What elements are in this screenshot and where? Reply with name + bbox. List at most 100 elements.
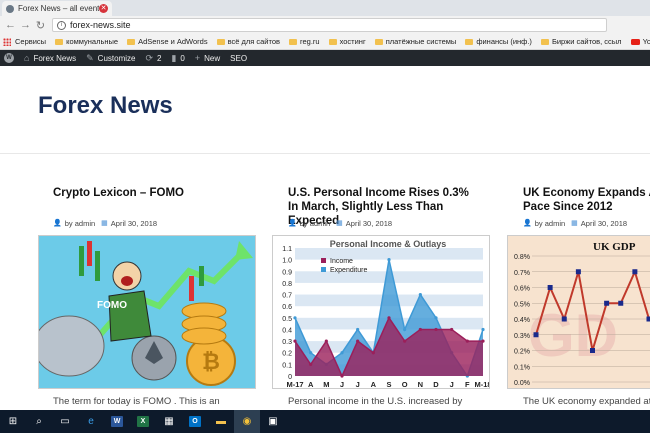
bookmark-item[interactable]: всё для сайтов xyxy=(216,37,280,46)
admin-new-link[interactable]: + New xyxy=(195,53,220,63)
address-text: forex-news.site xyxy=(70,20,131,30)
legend-swatch xyxy=(321,267,326,272)
bookmark-item[interactable]: Биржи сайтов, ссыл xyxy=(540,37,622,46)
windows-start-icon[interactable]: ⊞ xyxy=(0,410,26,433)
admin-comments-link[interactable]: ▮ 0 xyxy=(171,53,184,64)
data-point xyxy=(403,327,407,332)
data-point xyxy=(403,339,407,343)
y-tick-label: 0.1 xyxy=(282,362,292,369)
data-point xyxy=(604,300,610,306)
data-point xyxy=(465,339,469,343)
post-thumbnail[interactable]: 0 0.1 0.2 0.3 0.4 0.5 0.6 0.7 0.8 0.9 1.0 1.1 M-17 A M… xyxy=(272,235,490,389)
data-point xyxy=(387,316,391,320)
task-view-icon[interactable]: ▭ xyxy=(52,410,78,433)
data-point xyxy=(340,351,344,355)
brush-icon: ✎ xyxy=(86,52,94,63)
bookmark-item[interactable]: AdSense и AdWords xyxy=(127,37,208,46)
bookmark-item[interactable]: YouTube xyxy=(630,37,650,46)
post-date[interactable]: April 30, 2018 xyxy=(111,219,157,228)
bookmark-item[interactable]: коммунальные xyxy=(55,37,118,46)
site-title[interactable]: Forex News xyxy=(38,92,173,120)
browser-tab[interactable]: Forex News – all events ✕ xyxy=(2,1,112,16)
bookmark-item[interactable]: платёжные системы xyxy=(374,37,456,46)
y-tick-label: 0.9 xyxy=(282,269,292,276)
chrome-icon[interactable]: ◉ xyxy=(234,410,260,433)
updates-icon: ⟳ xyxy=(145,52,154,63)
bookmark-item[interactable]: Сервисы xyxy=(3,37,46,46)
post-author[interactable]: by admin xyxy=(65,219,95,228)
reload-icon[interactable]: ↻ xyxy=(33,19,48,32)
back-icon[interactable]: ← xyxy=(3,19,18,31)
folder-icon xyxy=(55,38,64,45)
data-point xyxy=(371,351,375,355)
tab-title: Forex News – all events xyxy=(18,4,99,13)
close-tab-icon[interactable]: ✕ xyxy=(99,4,108,13)
y-tick-label: 1.1 xyxy=(282,246,292,253)
outlook-icon[interactable]: O xyxy=(182,410,208,433)
excel-icon[interactable]: X xyxy=(130,410,156,433)
bookmark-label: reg.ru xyxy=(300,37,320,46)
y-tick-label: 0.5 xyxy=(282,316,292,323)
bookmark-item[interactable]: финансы (инф.) xyxy=(465,37,532,46)
wp-admin-bar: W ⌂ Forex News ✎ Customize ⟳ 2 ▮ 0 + New… xyxy=(0,50,650,66)
post-excerpt: Personal income in the U.S. increased by xyxy=(288,396,463,407)
x-tick-label: N xyxy=(418,380,423,389)
legend-label: Income xyxy=(330,258,353,265)
y-tick-label: 0.8% xyxy=(514,254,530,261)
forward-icon[interactable]: → xyxy=(18,19,33,31)
word-letter: W xyxy=(111,416,123,427)
post-author[interactable]: by admin xyxy=(300,219,330,228)
post-date[interactable]: April 30, 2018 xyxy=(346,219,392,228)
y-tick-label: 0.4 xyxy=(282,327,292,334)
bookmark-label: финансы (инф.) xyxy=(476,37,532,46)
data-point xyxy=(590,348,595,353)
data-point xyxy=(481,339,485,343)
y-tick-label: 0.6% xyxy=(514,286,530,293)
site-favicon-icon xyxy=(6,4,14,13)
fomo-label: FOMO xyxy=(97,300,127,311)
x-tick-label: M-18 xyxy=(474,380,490,389)
app-icon[interactable]: ▣ xyxy=(260,410,286,433)
svg-text:₿: ₿ xyxy=(202,349,220,374)
word-icon[interactable]: W xyxy=(104,410,130,433)
admin-seo-link[interactable]: SEO xyxy=(230,54,247,63)
explorer-icon[interactable]: ▬ xyxy=(208,410,234,433)
post-title[interactable]: Crypto Lexicon – FOMO xyxy=(53,186,258,216)
post-thumbnail[interactable]: GD 0.0% 0.1% 0.2% 0.3% 0.4% 0.5% 0.6% 0.7% 0.8% UK… xyxy=(507,235,650,389)
post-card: UK Economy Expands At S Pace Since 2012 … xyxy=(507,155,650,408)
post-thumbnail[interactable]: ₿ FOMO xyxy=(38,235,256,389)
data-point xyxy=(387,258,391,262)
bookmark-label: Сервисы xyxy=(15,37,47,46)
post-title[interactable]: U.S. Personal Income Rises 0.3% In March… xyxy=(288,186,478,227)
address-bar[interactable]: i forex-news.site xyxy=(52,18,607,32)
store-icon[interactable]: ▦ xyxy=(156,410,182,433)
data-point xyxy=(450,327,454,332)
x-tick-label: O xyxy=(402,380,408,389)
admin-updates-link[interactable]: ⟳ 2 xyxy=(145,53,161,64)
post-date[interactable]: April 30, 2018 xyxy=(581,219,627,228)
bookmark-item[interactable]: reg.ru xyxy=(289,37,320,46)
data-point xyxy=(309,362,313,366)
edge-icon[interactable]: e xyxy=(78,410,104,433)
bookmark-label: Биржи сайтов, ссыл xyxy=(551,37,622,46)
data-point xyxy=(561,316,567,322)
income-outlays-chart: 00.10.20.30.40.50.60.70.80.91.01.1M-17 A M… xyxy=(282,239,490,389)
wordpress-logo-icon[interactable]: W xyxy=(4,53,14,63)
y-tick-label: 0.2% xyxy=(514,349,530,356)
admin-customize-link[interactable]: ✎ Customize xyxy=(86,53,135,64)
bookmark-item[interactable]: хостинг xyxy=(328,37,366,46)
data-point xyxy=(418,292,422,297)
y-tick-label: 0.2 xyxy=(282,351,292,358)
fomo-illustration: ₿ FOMO xyxy=(39,236,255,388)
search-icon[interactable]: ⌕ xyxy=(26,410,52,433)
data-point xyxy=(547,285,553,290)
info-icon[interactable]: i xyxy=(57,20,66,30)
admin-seo-label: SEO xyxy=(230,53,248,63)
post-title[interactable]: UK Economy Expands At S Pace Since 2012 xyxy=(523,186,650,216)
admin-site-link[interactable]: ⌂ Forex News xyxy=(24,53,76,63)
uk-gdp-chart: GD0.0%0.1%0.2%0.3%0.4%0.5%0.6%0.7%0.8%UK… xyxy=(508,236,650,388)
post-author[interactable]: by admin xyxy=(535,219,565,228)
y-tick-label: 0.7% xyxy=(514,270,530,277)
x-tick-label: J xyxy=(340,380,344,389)
plus-icon: + xyxy=(194,53,201,63)
